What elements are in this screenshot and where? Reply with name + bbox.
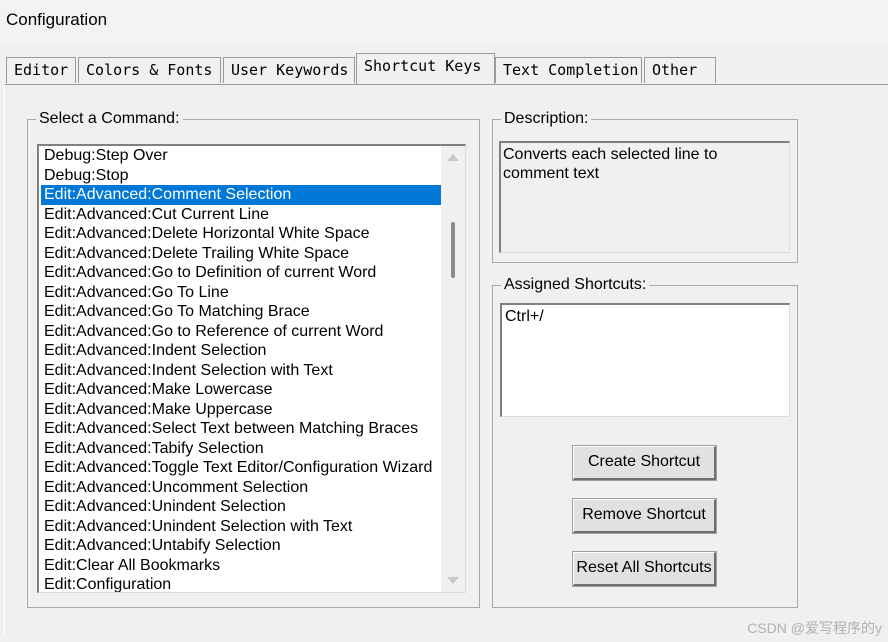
command-list-item[interactable]: Edit:Advanced:Indent Selection	[41, 341, 441, 361]
remove-shortcut-button[interactable]: Remove Shortcut	[572, 498, 717, 534]
command-list-item[interactable]: Edit:Advanced:Toggle Text Editor/Configu…	[41, 458, 441, 478]
tab-editor[interactable]: Editor	[6, 57, 76, 83]
tab-other[interactable]: Other	[644, 57, 716, 83]
shortcuts-group-label: Assigned Shortcuts:	[501, 275, 650, 295]
command-list-item[interactable]: Edit:Advanced:Go to Reference of current…	[41, 322, 441, 342]
command-list-item[interactable]: Edit:Advanced:Go To Line	[41, 283, 441, 303]
description-group-label: Description:	[501, 109, 592, 129]
reset-all-shortcuts-button[interactable]: Reset All Shortcuts	[572, 551, 717, 587]
title-bar: Configuration	[0, 0, 888, 44]
command-list: Debug:Step Over Debug:Stop Edit:Advanced:C…	[41, 146, 441, 592]
command-list-item[interactable]: Debug:Step Over	[41, 146, 441, 166]
command-list-item[interactable]: Debug:Stop	[41, 166, 441, 186]
command-list-item[interactable]: Edit:Advanced:Make Uppercase	[41, 400, 441, 420]
scroll-up-arrow-icon[interactable]	[447, 154, 459, 161]
command-list-item[interactable]: Edit:Advanced:Unindent Selection with Te…	[41, 517, 441, 537]
command-list-item[interactable]: Edit:Advanced:Go To Matching Brace	[41, 302, 441, 322]
command-list-item[interactable]: Edit:Clear All Bookmarks	[41, 556, 441, 576]
command-list-item[interactable]: Edit:Advanced:Select Text between Matchi…	[41, 419, 441, 439]
command-list-item[interactable]: Edit:Advanced:Tabify Selection	[41, 439, 441, 459]
command-list-item[interactable]: Edit:Advanced:Uncomment Selection	[41, 478, 441, 498]
command-list-item[interactable]: Edit:Advanced:Go to Definition of curren…	[41, 263, 441, 283]
shortcut-item[interactable]: Ctrl+/	[504, 307, 787, 327]
scroll-down-arrow-icon[interactable]	[447, 577, 459, 584]
create-shortcut-button[interactable]: Create Shortcut	[572, 445, 717, 481]
command-list-scrollbar[interactable]	[441, 146, 465, 592]
command-list-item[interactable]: Edit:Advanced:Untabify Selection	[41, 536, 441, 556]
command-list-item[interactable]: Edit:Advanced:Comment Selection	[41, 185, 441, 205]
command-list-item[interactable]: Edit:Configuration	[41, 575, 441, 592]
command-list-item[interactable]: Edit:Advanced:Delete Horizontal White Sp…	[41, 224, 441, 244]
tab-text-completion[interactable]: Text Completion	[495, 57, 642, 83]
tab-shortcut-keys[interactable]: Shortcut Keys	[356, 53, 495, 84]
command-list-item[interactable]: Edit:Advanced:Unindent Selection	[41, 497, 441, 517]
command-list-item[interactable]: Edit:Advanced:Make Lowercase	[41, 380, 441, 400]
command-list-item[interactable]: Edit:Advanced:Delete Trailing White Spac…	[41, 244, 441, 264]
tab-colors-fonts[interactable]: Colors & Fonts	[78, 57, 221, 83]
assigned-shortcuts-list[interactable]: Ctrl+/	[500, 303, 790, 417]
window-title: Configuration	[6, 10, 108, 29]
tab-user-keywords[interactable]: User Keywords	[223, 57, 355, 83]
watermark: CSDN @爱写程序的y	[747, 620, 882, 636]
command-group-label: Select a Command:	[36, 109, 183, 129]
scroll-thumb[interactable]	[451, 222, 455, 278]
command-list-item[interactable]: Edit:Advanced:Cut Current Line	[41, 205, 441, 225]
command-list-item[interactable]: Edit:Advanced:Indent Selection with Text	[41, 361, 441, 381]
description-text: Converts each selected line to comment t…	[499, 141, 790, 253]
command-listbox[interactable]: Debug:Step Over Debug:Stop Edit:Advanced:C…	[37, 144, 466, 593]
